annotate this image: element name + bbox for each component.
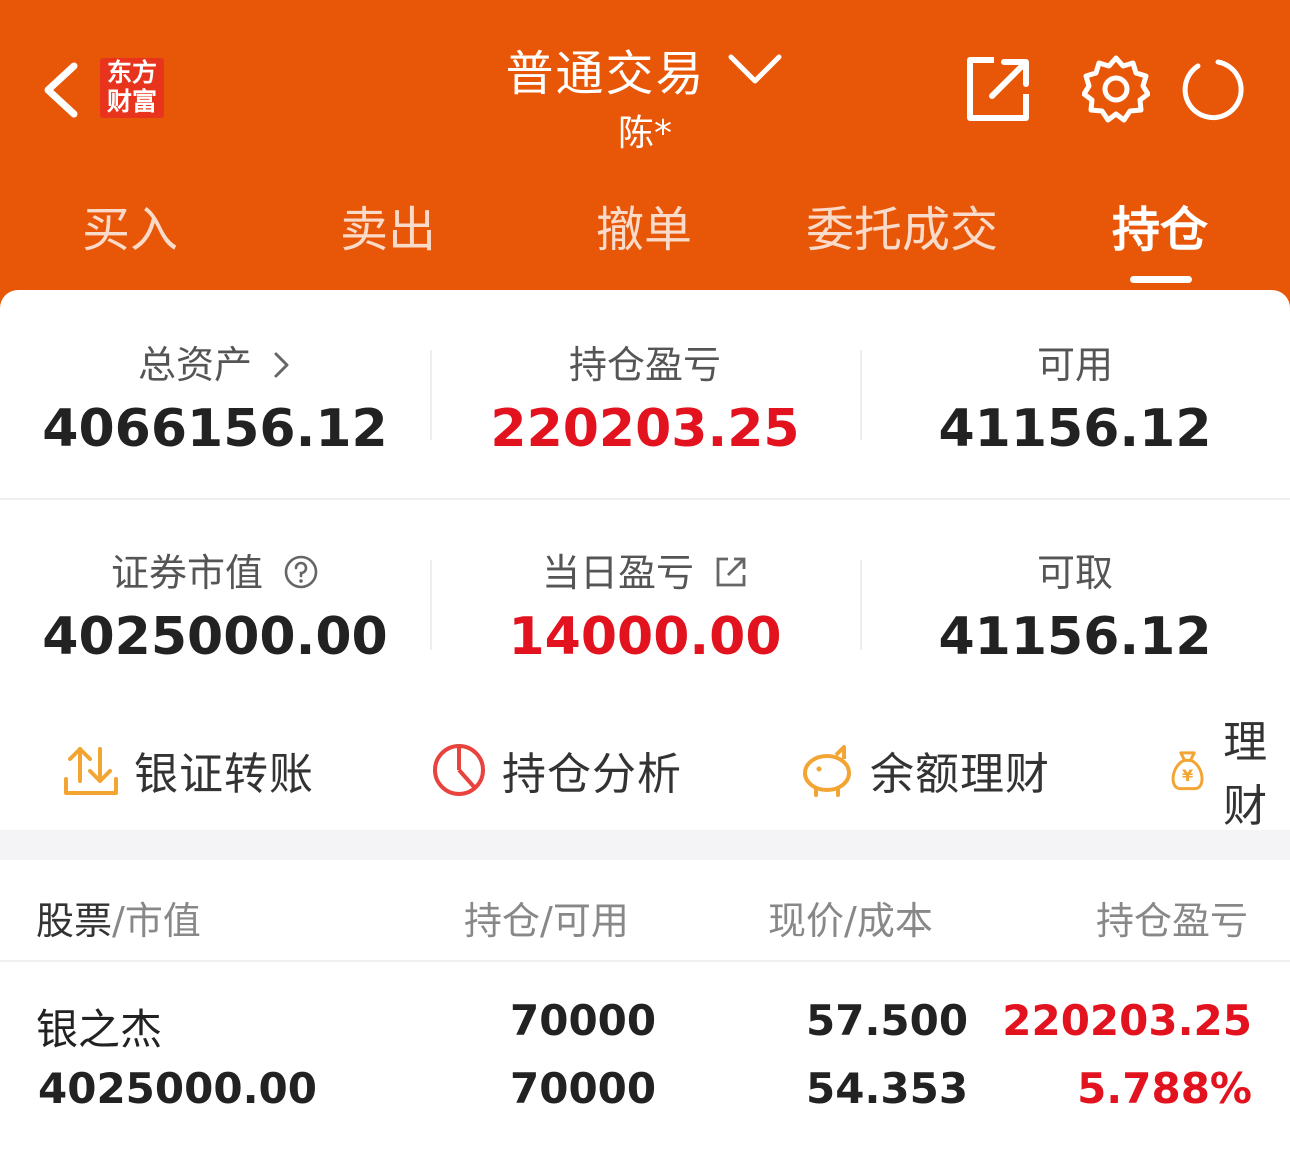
total-assets-value: 4066156.12 [42, 399, 388, 459]
wealth-management-label: 理财 [1223, 717, 1269, 832]
divider [0, 498, 1290, 500]
gear-icon[interactable] [1082, 54, 1150, 124]
holdings-table: 股票/市值 持仓/可用 现价/成本 持仓盈亏 银之杰 4025000.00 70… [0, 860, 1290, 1150]
holding-pnl-label: 持仓盈亏 [568, 343, 721, 387]
header-stock[interactable]: 股票/市值 [36, 890, 201, 945]
withdrawable-label: 可取 [1036, 551, 1113, 595]
header-market-value-label: /市值 [112, 899, 201, 943]
tab-bar: 买入 卖出 撤单 委托成交 持仓 [0, 190, 1290, 260]
position-analysis-button[interactable]: 持仓分析 [430, 740, 682, 800]
tab-buy[interactable]: 买入 [0, 190, 260, 260]
tab-positions[interactable]: 持仓 [1030, 190, 1290, 260]
active-tab-indicator [1130, 276, 1192, 283]
divider [0, 960, 1290, 962]
total-assets-label: 总资产 [137, 343, 252, 387]
daily-pnl-label: 当日盈亏 [541, 551, 694, 595]
tab-cancel[interactable]: 撤单 [514, 190, 774, 260]
svg-text:¥: ¥ [1182, 766, 1194, 785]
refresh-icon[interactable] [1178, 54, 1246, 124]
share-external-icon[interactable] [964, 54, 1032, 124]
page-title: 普通交易 [505, 46, 706, 102]
cost-price: 54.353 [806, 1064, 969, 1113]
chevron-down-icon [728, 54, 782, 84]
available-qty: 70000 [510, 1064, 657, 1113]
position-analysis-label: 持仓分析 [502, 749, 682, 800]
tab-orders-trades[interactable]: 委托成交 [772, 190, 1032, 260]
row-pnl-percent: 5.788% [1077, 1064, 1252, 1113]
bank-transfer-label: 银证转账 [134, 749, 314, 800]
top-bar: 东方 财富 普通交易 陈* 买入 卖出 撤单 委托成交 持仓 [0, 0, 1290, 330]
header-holding[interactable]: 持仓/可用 [464, 890, 629, 945]
withdrawable-value: 41156.12 [938, 607, 1212, 667]
header-cost-label: /成本 [844, 899, 933, 943]
piggy-bank-icon [803, 745, 851, 797]
header-stock-label: 股票 [36, 899, 113, 943]
total-assets[interactable]: 总资产 4066156.12 [0, 334, 430, 459]
stock-name: 银之杰 [36, 1005, 163, 1054]
help-icon[interactable] [283, 554, 319, 590]
market-value-label: 证券市值 [110, 551, 263, 595]
available-label: 可用 [1036, 343, 1113, 387]
bank-transfer-button[interactable]: 银证转账 [62, 740, 314, 800]
header-price[interactable]: 现价/成本 [768, 890, 933, 945]
header-holding-label: 持仓 [464, 899, 541, 943]
available-funds: 可用 41156.12 [860, 334, 1290, 459]
daily-pnl-value: 14000.00 [508, 607, 782, 667]
balance-finance-label: 余额理财 [870, 749, 1050, 800]
balance-finance-button[interactable]: 余额理财 [798, 740, 1050, 800]
row-pnl: 220203.25 [1002, 996, 1252, 1045]
header-pnl-label: 持仓盈亏 [1096, 899, 1249, 943]
chevron-right-icon [274, 352, 289, 378]
withdrawable-funds: 可取 41156.12 [860, 542, 1290, 667]
market-value-value: 4025000.00 [42, 607, 388, 667]
current-price: 57.500 [806, 996, 969, 1045]
stock-market-value: 4025000.00 [38, 1064, 317, 1113]
money-bag-icon: ¥ [1171, 751, 1204, 791]
share-external-icon [716, 557, 746, 587]
header-price-label: 现价 [768, 899, 845, 943]
holding-pnl: 持仓盈亏 220203.25 [430, 334, 860, 459]
transfer-arrows-icon [64, 747, 118, 795]
daily-pnl[interactable]: 当日盈亏 14000.00 [430, 542, 860, 667]
market-value: 证券市值 4025000.00 [0, 542, 430, 667]
header-pnl[interactable]: 持仓盈亏 [1096, 890, 1248, 945]
section-gap [0, 830, 1290, 860]
wealth-management-button[interactable]: ¥ 理财 [1166, 717, 1290, 832]
header-available-label: /可用 [540, 899, 629, 943]
holding-qty: 70000 [510, 996, 657, 1045]
holding-pnl-value: 220203.25 [490, 399, 800, 459]
tab-sell[interactable]: 卖出 [258, 190, 518, 260]
pie-chart-icon [433, 744, 485, 796]
available-value: 41156.12 [938, 399, 1212, 459]
